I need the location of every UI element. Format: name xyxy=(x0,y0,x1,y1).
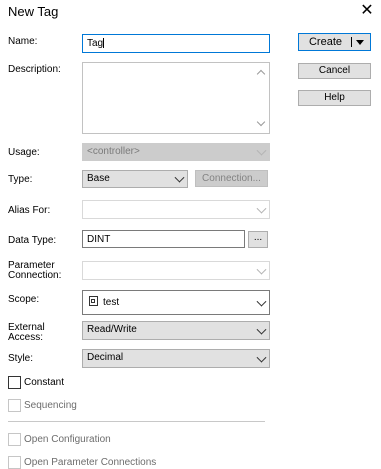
name-input[interactable]: Tag xyxy=(82,34,270,53)
external-access-label-line2: Access: xyxy=(8,332,44,343)
name-label: Name: xyxy=(8,36,38,47)
text-caret xyxy=(103,38,105,49)
chevron-down-icon xyxy=(256,145,267,156)
sequencing-checkbox xyxy=(8,399,21,412)
scope-combo[interactable]: test xyxy=(82,290,270,315)
parameter-connection-label-line2: Connection: xyxy=(8,270,62,281)
scope-label: Scope: xyxy=(8,294,40,305)
controller-icon xyxy=(89,296,98,306)
section-divider xyxy=(8,421,265,422)
open-parameter-connections-checkbox xyxy=(8,456,21,469)
data-type-label: Data Type: xyxy=(8,235,57,246)
close-icon[interactable]: ✕ xyxy=(357,1,377,21)
open-configuration-checkbox xyxy=(8,433,21,446)
usage-combo: <controller> xyxy=(82,143,270,161)
scope-value: test xyxy=(103,297,120,308)
constant-checkbox[interactable] xyxy=(8,376,21,389)
scroll-down-icon[interactable] xyxy=(256,117,266,127)
chevron-down-icon xyxy=(256,296,267,307)
help-button[interactable]: Help xyxy=(298,90,371,106)
open-configuration-label: Open Configuration xyxy=(24,434,111,445)
alias-for-label: Alias For: xyxy=(8,205,51,216)
dropdown-arrow-icon[interactable] xyxy=(356,40,364,45)
type-label: Type: xyxy=(8,174,33,185)
external-access-value: Read/Write xyxy=(87,324,137,335)
style-combo[interactable]: Decimal xyxy=(82,349,270,368)
sequencing-label: Sequencing xyxy=(24,400,77,411)
data-type-value: DINT xyxy=(87,234,111,245)
type-value: Base xyxy=(87,173,110,184)
parameter-connection-combo[interactable] xyxy=(82,261,270,280)
chevron-down-icon xyxy=(256,352,267,363)
type-combo[interactable]: Base xyxy=(82,170,188,188)
chevron-down-icon xyxy=(256,264,267,275)
chevron-down-icon xyxy=(256,324,267,335)
chevron-down-icon xyxy=(174,172,185,183)
connection-button: Connection... xyxy=(195,170,268,187)
name-value: Tag xyxy=(87,38,104,49)
cancel-button[interactable]: Cancel xyxy=(298,63,371,79)
data-type-browse-button[interactable]: ... xyxy=(248,231,268,248)
chevron-down-icon xyxy=(256,203,267,214)
usage-label: Usage: xyxy=(8,147,40,158)
alias-for-combo[interactable] xyxy=(82,200,270,219)
usage-value: <controller> xyxy=(87,146,140,157)
description-textarea[interactable] xyxy=(82,62,270,134)
style-label: Style: xyxy=(8,353,34,364)
create-button[interactable]: Create xyxy=(298,33,371,51)
style-value: Decimal xyxy=(87,352,124,363)
data-type-input[interactable]: DINT xyxy=(82,230,245,248)
constant-label: Constant xyxy=(24,377,65,388)
external-access-combo[interactable]: Read/Write xyxy=(82,321,270,340)
scroll-up-icon[interactable] xyxy=(256,69,266,79)
create-label: Create xyxy=(308,36,343,48)
window-title: New Tag xyxy=(8,4,59,19)
open-parameter-connections-label: Open Parameter Connections xyxy=(24,457,157,468)
split-separator xyxy=(351,37,352,47)
description-label: Description: xyxy=(8,64,61,75)
